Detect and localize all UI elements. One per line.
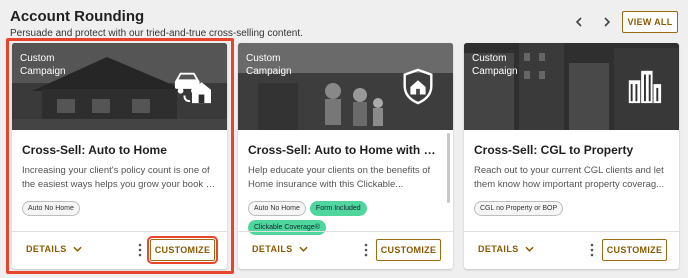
chevron-right-icon: [604, 17, 611, 27]
tag-list: Auto No Home Form Included Clickable Cov…: [248, 201, 443, 235]
campaign-card[interactable]: Custom Campaign Cross-Sell: Auto to Home…: [238, 43, 453, 269]
card-title[interactable]: Cross-Sell: Auto to Home: [22, 143, 217, 157]
description-line: Home insurance with this Clickable...: [248, 179, 404, 190]
description-line: Reach out to your current CGL clients an…: [474, 165, 664, 176]
customize-button[interactable]: CUSTOMIZE: [147, 236, 218, 264]
card-image: Custom Campaign: [464, 43, 679, 130]
tag: Auto No Home: [22, 201, 80, 216]
campaign-label: Custom Campaign: [20, 53, 66, 77]
details-label: DETAILS: [478, 244, 519, 254]
campaign-card[interactable]: Custom Campaign Cross-Sell: Auto to Home…: [12, 43, 227, 269]
more-options-icon[interactable]: [589, 243, 595, 257]
card-footer: DETAILS CUSTOMIZE: [464, 231, 679, 269]
card-image: Custom Campaign: [12, 43, 227, 130]
customize-button[interactable]: CUSTOMIZE: [602, 239, 667, 261]
card-description: Reach out to your current CGL clients an…: [474, 164, 669, 192]
details-label: DETAILS: [252, 244, 293, 254]
card-title[interactable]: Cross-Sell: CGL to Property: [474, 143, 669, 157]
details-button[interactable]: DETAILS: [26, 244, 82, 254]
tag: Form Included: [309, 201, 367, 216]
description-line: the easiest ways helps you grow your boo…: [22, 179, 217, 190]
description-line: Help educate your clients on the benefit…: [248, 165, 431, 176]
description-line: them know how important property coverag…: [474, 179, 665, 190]
buildings-icon: [628, 70, 662, 104]
details-label: DETAILS: [26, 244, 67, 254]
card-image: Custom Campaign: [238, 43, 453, 130]
tag-list: CGL no Property or BOP: [474, 201, 669, 216]
chevron-down-icon: [73, 246, 82, 252]
details-button[interactable]: DETAILS: [478, 244, 534, 254]
carousel-next-button[interactable]: [598, 13, 616, 31]
tag-list: Auto No Home: [22, 201, 217, 216]
campaign-label: Custom Campaign: [472, 53, 518, 77]
scrollbar[interactable]: [447, 133, 450, 203]
card-footer: DETAILS CUSTOMIZE: [238, 231, 453, 269]
carousel-prev-button[interactable]: [570, 13, 588, 31]
tag: Auto No Home: [248, 201, 306, 216]
car-home-icon: [174, 72, 211, 104]
chevron-left-icon: [575, 17, 582, 27]
description-line: Increasing your client's policy count is…: [22, 165, 210, 176]
details-button[interactable]: DETAILS: [252, 244, 308, 254]
campaign-card[interactable]: Custom Campaign Cross-Sell: CGL to Prope…: [464, 43, 679, 269]
section-subtitle: Persuade and protect with our tried-and-…: [10, 28, 303, 39]
chevron-down-icon: [299, 246, 308, 252]
more-options-icon[interactable]: [137, 243, 143, 257]
chevron-down-icon: [525, 246, 534, 252]
card-title[interactable]: Cross-Sell: Auto to Home with Cli...: [248, 143, 443, 157]
tag: CGL no Property or BOP: [474, 201, 564, 216]
campaign-label: Custom Campaign: [246, 53, 292, 77]
card-description: Increasing your client's policy count is…: [22, 164, 217, 192]
more-options-icon[interactable]: [363, 243, 369, 257]
card-description: Help educate your clients on the benefit…: [248, 164, 443, 192]
customize-button[interactable]: CUSTOMIZE: [376, 239, 441, 261]
shield-home-icon: [403, 68, 433, 105]
view-all-button[interactable]: VIEW ALL: [622, 11, 678, 33]
card-footer: DETAILS CUSTOMIZE: [12, 231, 227, 269]
section-title: Account Rounding: [10, 8, 145, 25]
